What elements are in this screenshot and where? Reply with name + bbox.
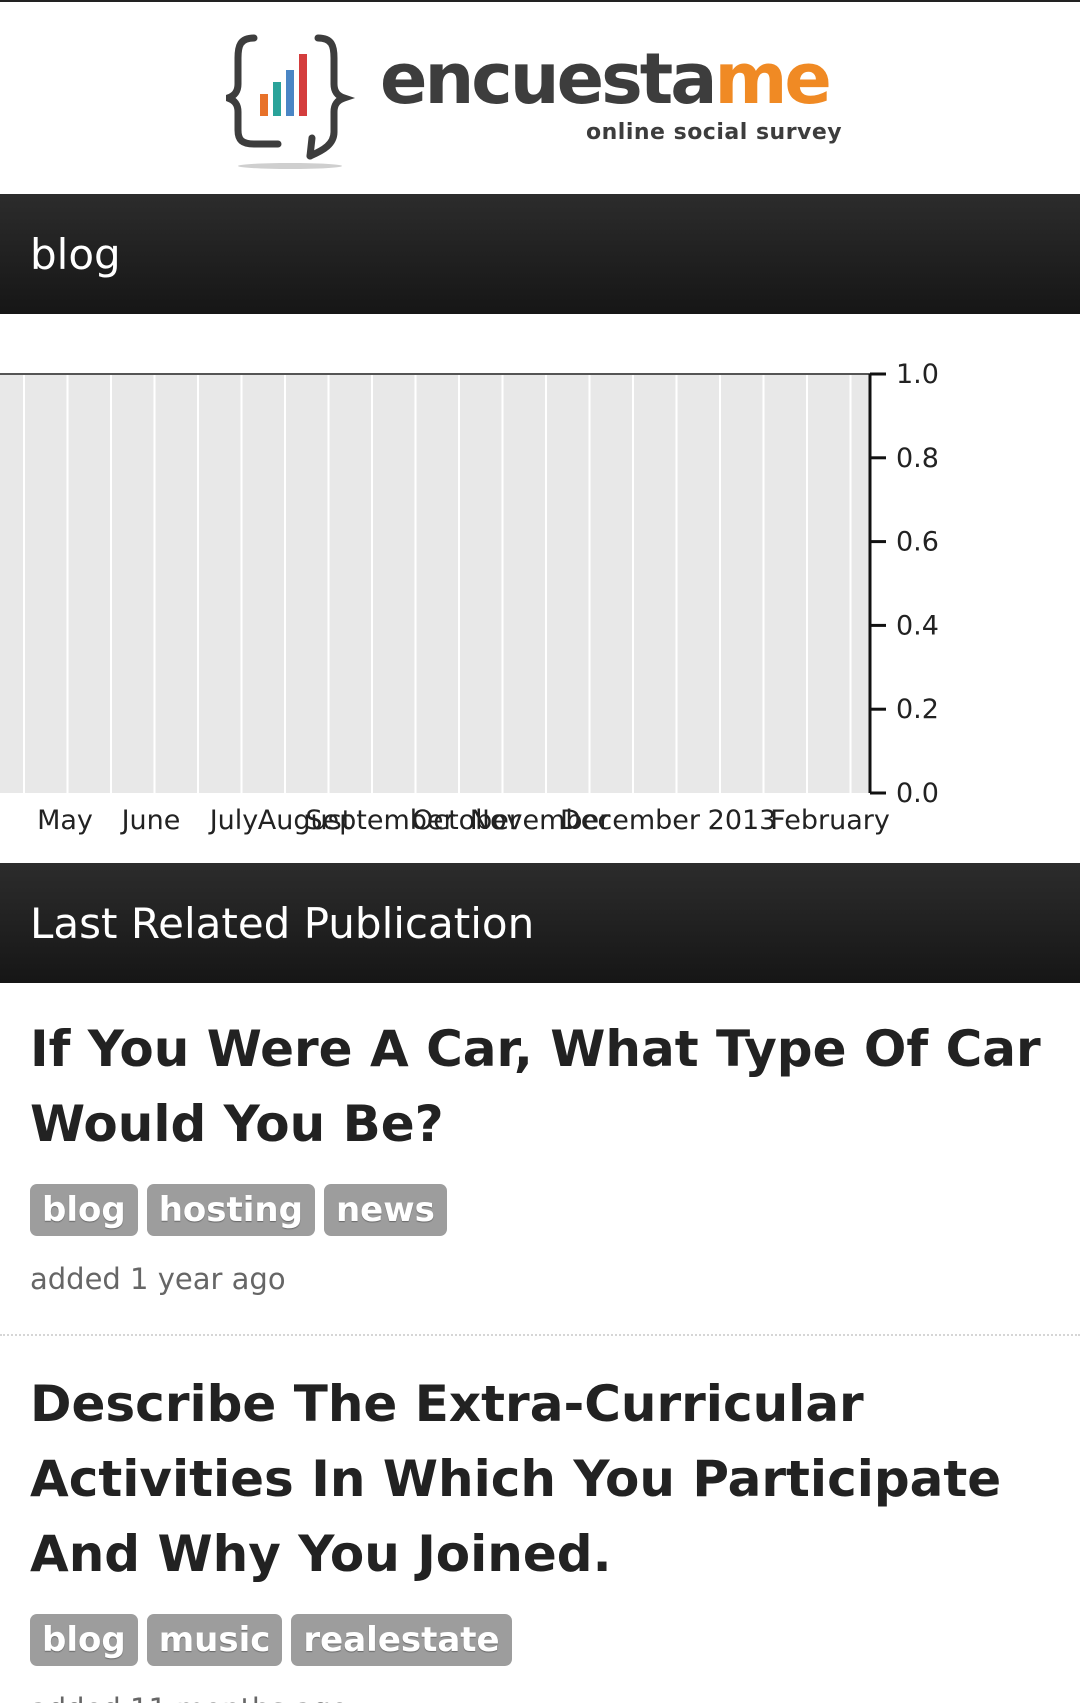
site-header: encuestame online social survey bbox=[0, 2, 1080, 192]
publication-item: Describe The Extra-Curricular Activities… bbox=[0, 1367, 1080, 1703]
related-section-title: Last Related Publication bbox=[30, 898, 535, 948]
chart-y-tick-label: 0.4 bbox=[896, 610, 939, 641]
publication-title-link[interactable]: Describe The Extra-Curricular Activities… bbox=[30, 1367, 1050, 1592]
added-timestamp: added 1 year ago bbox=[30, 1262, 286, 1296]
logo-word-accent: me bbox=[714, 38, 831, 120]
logo-word-main: encuesta bbox=[380, 38, 717, 120]
tag-music[interactable]: music bbox=[146, 1614, 283, 1666]
tag-blog[interactable]: blog bbox=[30, 1184, 138, 1236]
chart-y-tick-label: 0.0 bbox=[896, 778, 939, 809]
publication-title-link[interactable]: If You Were A Car, What Type Of Car Woul… bbox=[30, 1012, 1050, 1162]
chart-x-tick-label: May bbox=[37, 805, 93, 836]
added-timestamp: added 11 months ago bbox=[30, 1692, 1050, 1703]
tag-blog[interactable]: blog bbox=[30, 1614, 138, 1666]
chart-plot-background bbox=[0, 374, 870, 793]
chart-x-tick-label: December bbox=[560, 805, 701, 836]
tag-hosting[interactable]: hosting bbox=[146, 1184, 315, 1236]
blog-activity-chart: 1.0 0.8 0.6 0.4 0.2 0.0 May June July August Septe… bbox=[0, 332, 1080, 852]
chart-x-tick-label: 2013 bbox=[708, 805, 777, 836]
tag-realestate[interactable]: realestate bbox=[291, 1614, 512, 1666]
page: encuestame online social survey blog 1.0… bbox=[0, 0, 1080, 1703]
publication-divider bbox=[0, 1334, 1080, 1336]
tag-list: blog music realestate bbox=[30, 1614, 1050, 1666]
chart-y-tick-label: 0.8 bbox=[896, 443, 939, 474]
tag-news[interactable]: news bbox=[323, 1184, 447, 1236]
chart-x-tick-label: February bbox=[770, 805, 890, 836]
related-section-header: Last Related Publication bbox=[0, 863, 1080, 983]
logo-icon[interactable] bbox=[226, 32, 356, 172]
chart-y-tick-label: 1.0 bbox=[896, 359, 939, 390]
publication-item: If You Were A Car, What Type Of Car Woul… bbox=[0, 1012, 1080, 1296]
chart-svg: 1.00.80.60.40.20.0May June July AugustSepte… bbox=[0, 359, 939, 836]
blog-section-header: blog bbox=[0, 194, 1080, 314]
blog-section-title: blog bbox=[30, 229, 121, 279]
chart-x-tick-label: July bbox=[208, 805, 259, 836]
chart-x-tick-label: June bbox=[120, 805, 181, 836]
chart-y-tick-label: 0.6 bbox=[896, 527, 939, 558]
tag-list: blog hosting news bbox=[30, 1184, 1050, 1236]
logo-wordmark[interactable]: encuestame bbox=[380, 44, 832, 114]
logo-tagline: online social survey bbox=[586, 120, 843, 145]
chart-y-tick-label: 0.2 bbox=[896, 694, 939, 725]
